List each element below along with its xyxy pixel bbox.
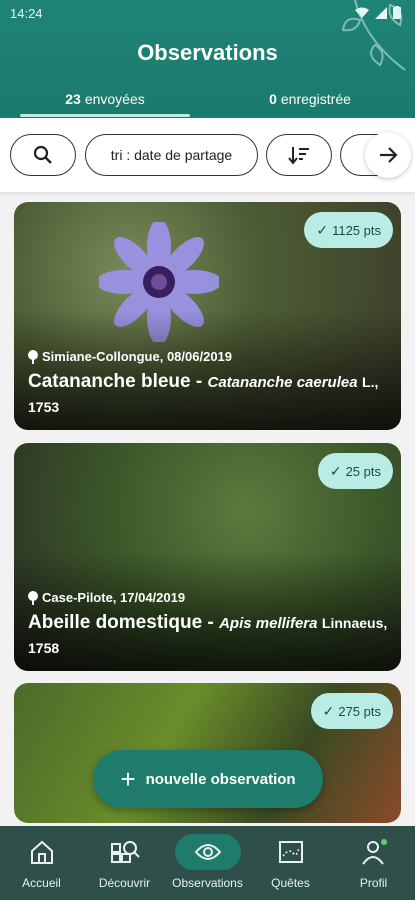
nav-item-profile[interactable]: Profil [332,834,415,896]
location-pin-icon [28,349,38,364]
points-value: 25 pts [345,463,381,479]
status-time: 14:24 [10,6,43,21]
observation-location: Case-Pilote, 17/04/2019 [28,590,185,605]
arrow-right-icon [380,147,398,163]
species-name: Catananche bleue - Catananche caerulea L… [28,371,379,415]
common-name: Catananche bleue [28,371,191,392]
common-name: Abeille domestique [28,612,203,633]
nav-label: Accueil [22,876,61,890]
home-icon [30,840,53,864]
search-button[interactable] [10,134,76,176]
nav-item-home[interactable]: Accueil [0,834,83,896]
nav-item-quests[interactable]: Quêtes [249,834,332,896]
check-icon: ✓ [329,462,342,479]
page-title: Observations [137,40,278,65]
observation-location: Simiane-Collongue, 08/06/2019 [28,349,232,364]
discover-icon [110,841,140,863]
search-icon [33,145,52,164]
points-badge: ✓ 275 pts [310,693,393,729]
tab-bar: 23 envoyées 0 enregistrée [0,86,415,118]
nav-label: Observations [172,876,243,890]
observation-card[interactable]: ✓ 25 pts Case-Pilote, 17/04/2019 Abeille… [14,443,401,671]
nav-label: Découvrir [98,876,151,890]
tab-saved[interactable]: 0 enregistrée [225,86,395,118]
plus-icon: + [120,764,136,794]
new-observation-label: nouvelle observation [145,770,296,788]
points-badge: ✓ 1125 pts [304,212,393,248]
app-header: 14:24 Observations 23 envoyées 0 enregistr… [0,0,415,118]
sort-descending-icon [288,147,309,165]
points-value: 1125 pts [332,222,381,238]
eye-icon [194,844,221,860]
nav-item-observations[interactable]: Observations [166,834,249,896]
bottom-navigation: Accueil Découvrir Observations Quêtes Pr… [0,826,415,900]
new-observation-button[interactable]: + nouvelle observation [93,750,323,808]
sort-order-button[interactable] [266,134,332,176]
tab-sent-count: 23 [65,91,81,107]
scroll-filters-button[interactable] [365,132,411,178]
scientific-name: Catananche caerulea [207,374,358,391]
points-badge: ✓ 25 pts [317,453,393,489]
check-icon: ✓ [322,702,335,719]
place-date: Case-Pilote, 17/04/2019 [42,590,186,605]
tab-sent-label: envoyées [84,91,145,107]
observation-card[interactable]: ✓ 1125 pts Simiane-Collongue, 08/06/2019… [14,202,401,430]
map-icon [278,841,303,863]
profile-icon [361,839,387,865]
nav-item-discover[interactable]: Découvrir [83,834,166,896]
place-date: Simiane-Collongue, 08/06/2019 [42,349,233,364]
filter-bar: tri : date de partage [0,118,415,192]
active-tab-indicator [20,114,190,117]
tab-saved-label: enregistrée [280,91,351,107]
species-name: Abeille domestique - Apis mellifera Linn… [28,612,388,656]
tab-saved-count: 0 [269,91,277,107]
points-value: 275 pts [338,703,381,719]
nav-label: Profil [359,876,388,890]
scientific-name: Apis mellifera [219,615,318,632]
sort-chip[interactable]: tri : date de partage [85,134,258,176]
nav-label: Quêtes [271,876,310,890]
location-pin-icon [28,590,38,605]
check-icon: ✓ [316,221,329,238]
